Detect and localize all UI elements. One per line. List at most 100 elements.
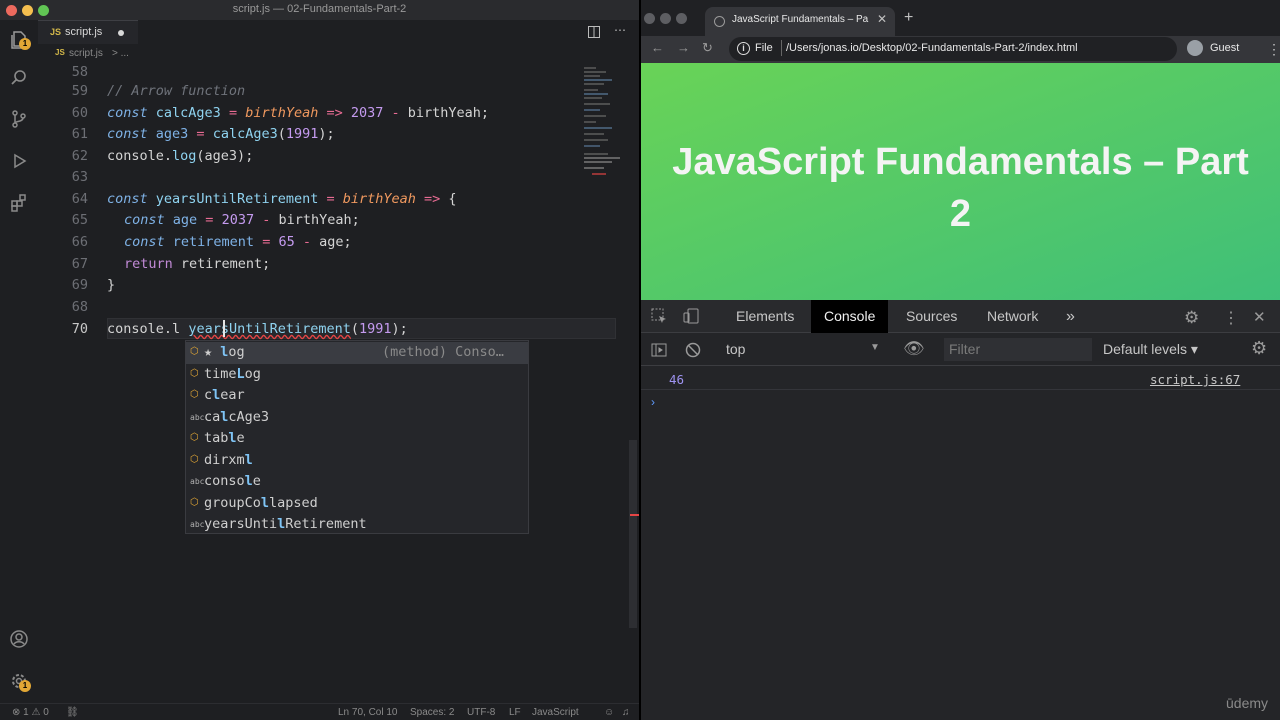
suggestion-label: calcAge3 [204,408,270,425]
suggestion-item[interactable]: abc console [186,471,528,493]
context-selector[interactable]: top [726,341,745,357]
accounts-icon[interactable] [9,629,29,649]
code-text: console. [107,148,173,164]
filter-input[interactable]: Filter [944,338,1092,361]
split-editor-icon[interactable] [588,26,600,38]
feedback-icon[interactable]: ☺ [604,707,614,718]
devtools-menu-icon[interactable]: ⋮ [1223,308,1239,328]
editor-scrollbar[interactable] [629,440,637,628]
url-text: /Users/jonas.io/Desktop/02-Fundamentals-… [786,42,1078,54]
text-word-icon: abc [190,412,205,422]
tab-elements[interactable]: Elements [723,300,807,333]
method-icon: ⬡ [190,496,199,508]
tab-label: script.js [65,26,103,38]
chevron-down-icon[interactable]: ▼ [870,342,880,353]
keyword: const [124,234,165,250]
live-expression-eye-icon[interactable]: 👁 [903,339,925,359]
tab-network[interactable]: Network [974,300,1051,333]
number: 65 [278,234,295,250]
reload-icon[interactable]: ↻ [702,40,713,56]
notifications-bell-icon[interactable]: ♫ [622,707,630,718]
line-number: 64 [71,191,88,207]
browser-menu-icon[interactable]: ⋮ [1267,41,1280,58]
tab-sources[interactable]: Sources [893,300,970,333]
live-share-icon[interactable]: ⛓ [66,707,79,718]
keyword: const [124,212,165,228]
device-toolbar-icon[interactable] [683,308,699,324]
cursor-position[interactable]: Ln 70, Col 10 [338,707,398,718]
suggestion-label: yearsUntilRetirement [204,516,367,532]
keyword: const [107,191,148,207]
close-window-button[interactable] [644,13,655,24]
suggestion-item[interactable]: ⬡ table [186,428,528,450]
close-devtools-icon[interactable]: ✕ [1253,308,1266,326]
breadcrumb-more[interactable]: > ... [112,48,129,59]
suggestion-item[interactable]: ⬡ clear [186,385,528,407]
console-prompt-chevron-icon[interactable]: › [651,395,655,409]
maximize-window-button[interactable] [38,5,49,16]
forward-arrow-icon[interactable]: → [677,40,690,55]
console-settings-gear-icon[interactable]: ⚙ [1251,338,1267,359]
tab-console[interactable]: Console [811,300,889,333]
inspect-element-icon[interactable] [651,308,667,324]
page-viewport: JavaScript Fundamentals – Part 2 [641,63,1280,300]
settings-gear-icon[interactable]: ⚙ [1184,308,1199,328]
end-of-line[interactable]: LF [509,707,521,718]
problems-indicator[interactable]: ⊗ 1 ⚠ 0 [12,707,49,718]
divider [781,40,782,56]
log-levels-dropdown[interactable]: Default levels ▾ [1103,341,1198,358]
error-marker [630,514,639,516]
suggestion-item[interactable]: abc calcAge3 [186,407,528,429]
extensions-icon[interactable] [9,193,29,213]
close-window-button[interactable] [6,5,17,16]
browser-window: JavaScript Fundamentals – Pa ✕ + ← → ↻ i… [641,0,1280,720]
run-debug-icon[interactable] [9,151,29,171]
address-bar[interactable]: i File /Users/jonas.io/Desktop/02-Fundam… [729,37,1177,61]
sidebar-toggle-icon[interactable] [651,342,667,358]
url-scheme: File [755,42,773,54]
maximize-window-button[interactable] [676,13,687,24]
encoding[interactable]: UTF-8 [467,707,495,718]
typed-text: l [172,321,181,337]
code-text: console. [107,321,173,337]
line-number: 69 [71,277,88,293]
udemy-watermark: ūdemy [1226,695,1269,711]
more-tabs-button[interactable]: » [1053,300,1088,333]
suggestion-item[interactable]: ⬡ timeLog [186,364,528,386]
text-word-icon: abc [190,520,205,529]
method-icon: ⬡ [190,389,199,400]
code-text: retirement; [172,256,271,272]
log-source-link[interactable]: script.js:67 [1150,372,1240,387]
minimize-window-button[interactable] [22,5,33,16]
minimize-window-button[interactable] [660,13,671,24]
tab-script-js[interactable]: JS script.js [38,20,138,44]
explorer-badge: 1 [19,38,31,50]
indentation[interactable]: Spaces: 2 [410,707,454,718]
minimap[interactable] [582,64,628,184]
language-mode[interactable]: JavaScript [532,707,579,718]
code-line-59: // Arrow function [107,83,245,99]
breadcrumb-file[interactable]: script.js [69,48,103,59]
clear-console-icon[interactable] [685,342,701,358]
suggestion-item[interactable]: ⬡ dirxml [186,450,528,472]
suggestion-item[interactable]: abc yearsUntilRetirement [186,514,528,536]
line-number: 61 [71,126,88,142]
source-control-icon[interactable] [9,109,29,129]
browser-tab[interactable]: JavaScript Fundamentals – Pa ✕ [705,7,895,36]
back-arrow-icon[interactable]: ← [651,40,664,55]
more-actions-icon[interactable]: ⋯ [614,23,626,37]
new-tab-button[interactable]: + [904,9,913,27]
line-number: 60 [71,105,88,121]
code-line-67: return retirement; [124,256,270,272]
suggestion-label: ★ log [204,344,245,360]
line-number: 62 [71,148,88,164]
unsaved-dot-icon[interactable] [118,30,124,36]
info-icon[interactable]: i [737,42,750,55]
browser-toolbar: ← → ↻ i File /Users/jonas.io/Desktop/02-… [641,36,1280,63]
suggestion-item[interactable]: ⬡ ★ log (method) Conso… [186,342,528,364]
search-icon[interactable] [9,68,29,88]
accounts-badge: 1 [19,680,31,692]
close-tab-icon[interactable]: ✕ [877,12,887,26]
suggestion-item[interactable]: ⬡ groupCollapsed [186,493,528,515]
line-number: 67 [71,256,88,272]
